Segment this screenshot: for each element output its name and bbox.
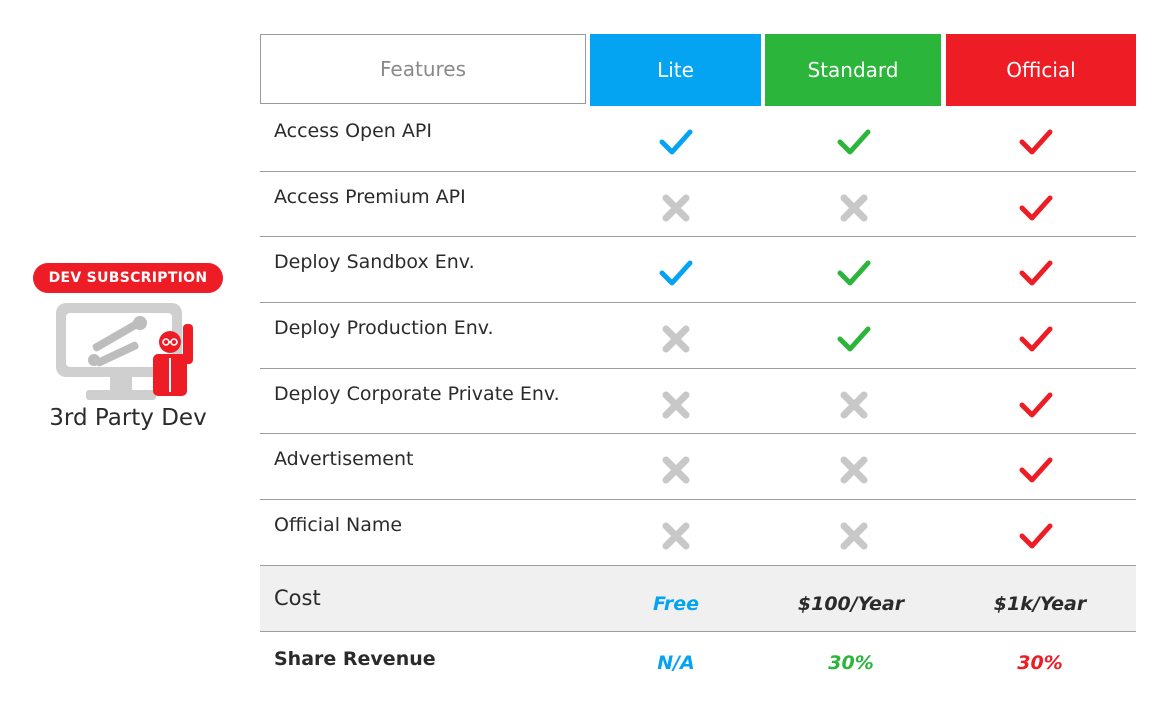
table-header: Features Lite Standard Official [260,34,1136,106]
check-icon-official [1018,255,1054,291]
share-revenue-lite: N/A [657,651,695,674]
check-icon-official [1018,387,1054,423]
header-official: Official [946,34,1136,106]
feature-label: Deploy Corporate Private Env. [274,382,560,405]
cross-icon-lite [658,387,694,423]
table-row: Access Open API [260,106,1136,172]
feature-label: Deploy Production Env. [274,317,494,340]
cross-icon-lite [658,321,694,357]
cross-icon-standard [836,518,872,554]
persona-label: 3rd Party Dev [49,405,207,431]
cross-icon-lite [658,452,694,488]
cost-official: $1k/Year [993,592,1087,615]
developer-at-monitor-with-tools-icon [56,303,193,400]
share-revenue-standard: 30% [828,651,874,674]
feature-label: Advertisement [274,448,414,471]
check-icon-official [1018,124,1054,160]
cross-icon-standard [836,190,872,226]
cost-row: Cost Free $100/Year $1k/Year [260,565,1136,632]
feature-label: Access Premium API [274,185,466,208]
cross-icon-standard [836,452,872,488]
table-row: Advertisement [260,434,1136,501]
share-revenue-label: Share Revenue [274,647,436,670]
check-icon-standard [836,321,872,357]
feature-rows: Access Open API Access Premium API Deploy … [260,106,1136,566]
check-icon-official [1018,190,1054,226]
cross-icon-standard [836,387,872,423]
cost-standard: $100/Year [797,592,905,615]
table-row: Access Premium API [260,172,1136,238]
share-revenue-row: Share Revenue N/A 30% 30% [260,632,1136,692]
table-row: Deploy Corporate Private Env. [260,369,1136,435]
check-icon-official [1018,321,1054,357]
feature-label: Official Name [274,514,403,537]
cost-label: Cost [274,585,321,610]
table-row: Deploy Production Env. [260,303,1136,369]
feature-label: Deploy Sandbox Env. [274,251,475,274]
cross-icon-lite [658,190,694,226]
dev-subscription-badge: DEV SUBSCRIPTION [33,263,223,293]
cost-lite: Free [652,592,700,615]
header-features: Features [260,34,586,104]
developer-illustration [50,298,210,408]
table-row: Deploy Sandbox Env. [260,237,1136,304]
cross-icon-lite [658,518,694,554]
pricing-comparison-table: Features Lite Standard Official Access O… [260,34,1136,692]
check-icon-standard [836,255,872,291]
check-icon-lite [658,255,694,291]
check-icon-lite [658,124,694,160]
table-row: Official Name [260,500,1136,566]
header-lite: Lite [590,34,761,106]
share-revenue-official: 30% [1017,651,1063,674]
feature-label: Access Open API [274,120,432,142]
check-icon-standard [836,124,872,160]
check-icon-official [1018,518,1054,554]
header-standard: Standard [765,34,941,106]
check-icon-official [1018,452,1054,488]
